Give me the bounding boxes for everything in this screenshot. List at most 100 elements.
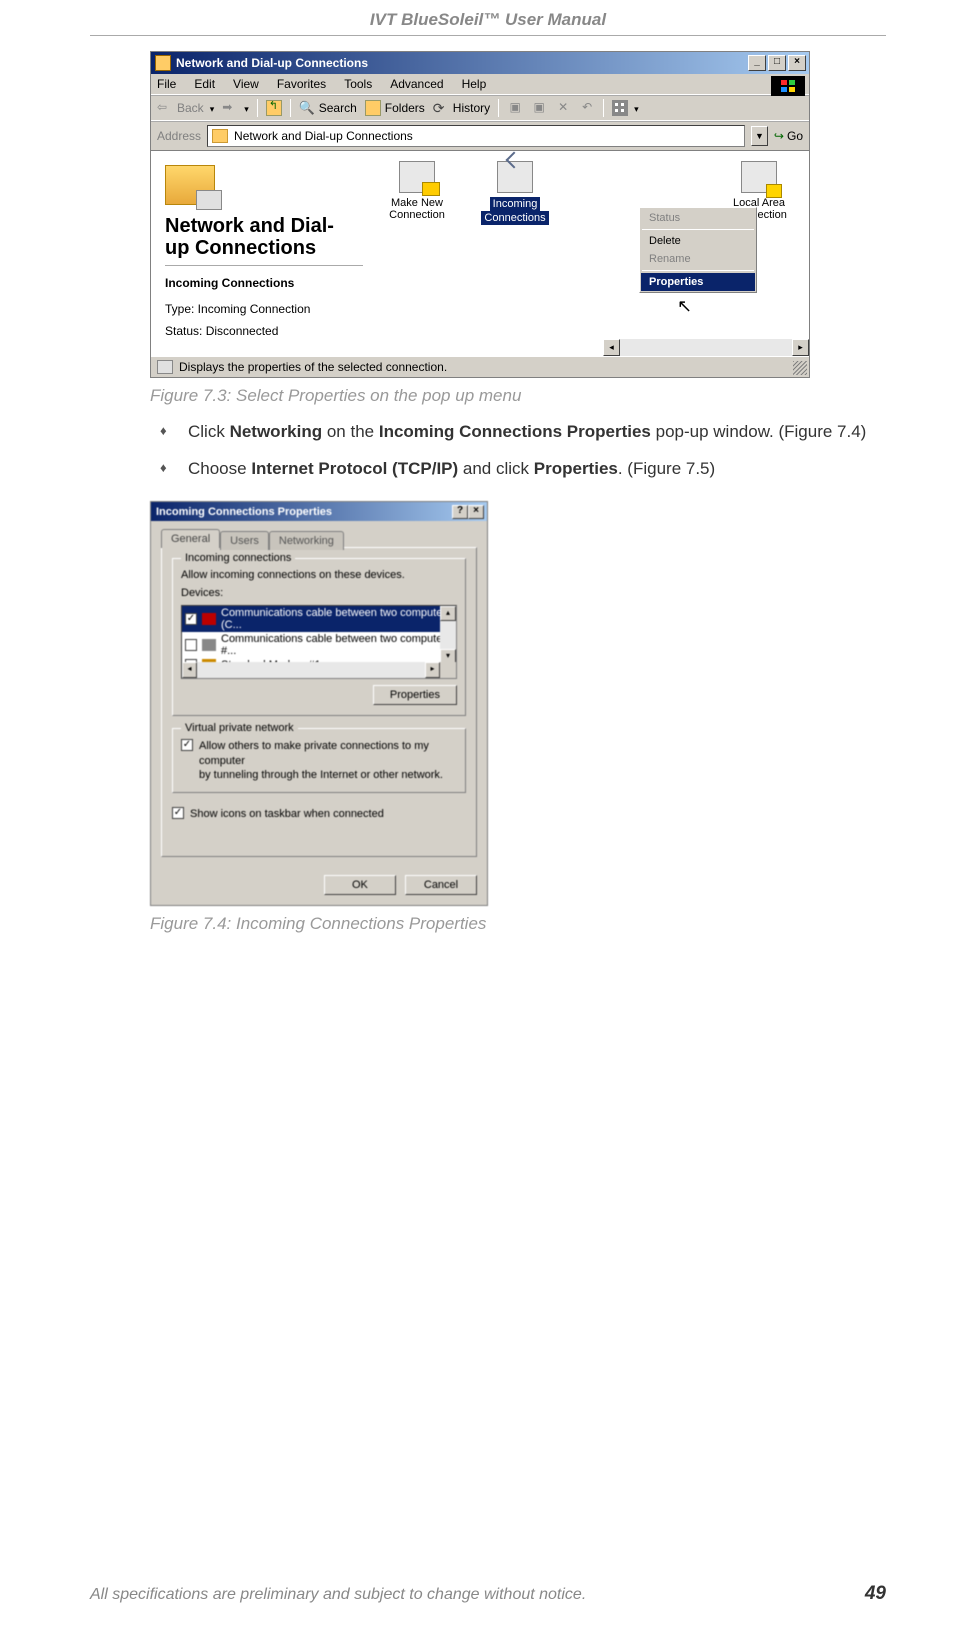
- scroll-track[interactable]: [620, 339, 792, 356]
- menu-help[interactable]: Help: [462, 77, 487, 91]
- checkbox[interactable]: [185, 639, 197, 651]
- title-bar: Network and Dial-up Connections _ □ ×: [151, 52, 809, 74]
- scroll-track[interactable]: [440, 621, 456, 649]
- scroll-right-button[interactable]: ▸: [792, 339, 809, 356]
- ctx-properties[interactable]: Properties: [641, 273, 755, 291]
- properties-button[interactable]: Properties: [373, 685, 457, 705]
- dropdown-icon: [242, 101, 249, 115]
- ok-button[interactable]: OK: [324, 875, 396, 895]
- list-vertical-scrollbar[interactable]: ▴ ▾: [440, 606, 456, 662]
- close-button[interactable]: ×: [468, 505, 484, 519]
- window-network-dialup: Network and Dial-up Connections _ □ × Fi…: [150, 51, 810, 378]
- horizontal-scrollbar[interactable]: ◂ ▸: [603, 339, 809, 356]
- page-number: 49: [865, 1583, 886, 1605]
- show-icons-row[interactable]: Show icons on taskbar when connected: [172, 807, 466, 821]
- text-bold: Internet Protocol (TCP/IP): [251, 459, 458, 478]
- go-button[interactable]: Go: [774, 129, 803, 143]
- cursor-icon: ↖: [677, 296, 692, 317]
- separator: [642, 229, 754, 230]
- undo-button[interactable]: ↶: [579, 100, 595, 116]
- scroll-right-button[interactable]: ▸: [425, 662, 440, 678]
- instruction-item-2: Choose Internet Protocol (TCP/IP) and cl…: [160, 457, 886, 482]
- dialog-incoming-connections-properties: Incoming Connections Properties ? × Gene…: [150, 501, 488, 906]
- figure-7-3-caption: Figure 7.3: Select Properties on the pop…: [150, 386, 886, 406]
- history-label: History: [453, 101, 490, 115]
- up-button[interactable]: [266, 100, 282, 116]
- vpn-checkbox-row[interactable]: Allow others to make private connections…: [181, 739, 457, 782]
- text: Choose: [188, 459, 251, 478]
- pane-title-l2: up Connections: [165, 237, 316, 259]
- window-title: Network and Dial-up Connections: [176, 56, 748, 70]
- forward-button[interactable]: [222, 100, 249, 116]
- minimize-button[interactable]: _: [748, 55, 766, 71]
- address-dropdown[interactable]: ▼: [751, 126, 768, 146]
- copy-to-button[interactable]: ▣: [531, 100, 547, 116]
- checkbox[interactable]: [185, 613, 197, 625]
- group-incoming-connections: Incoming connections Allow incoming conn…: [172, 558, 466, 716]
- search-button[interactable]: Search: [299, 100, 357, 116]
- tab-networking[interactable]: Networking: [269, 531, 344, 550]
- allow-text: Allow incoming connections on these devi…: [181, 569, 457, 581]
- address-input[interactable]: Network and Dial-up Connections: [207, 125, 745, 147]
- checkbox[interactable]: [181, 739, 193, 751]
- menu-advanced[interactable]: Advanced: [390, 77, 443, 91]
- menu-edit[interactable]: Edit: [194, 77, 215, 91]
- vpn-text-l2: by tunneling through the Internet or oth…: [199, 769, 443, 781]
- list-horizontal-scrollbar[interactable]: ◂ ▸: [182, 662, 440, 678]
- context-menu: Status Delete Rename Properties: [639, 207, 757, 293]
- scroll-up-button[interactable]: ▴: [440, 606, 456, 621]
- history-button[interactable]: History: [433, 100, 490, 116]
- delete-toolbar-button[interactable]: ✕: [555, 100, 571, 116]
- ctx-rename[interactable]: Rename: [641, 250, 755, 268]
- ctx-delete[interactable]: Delete: [641, 232, 755, 250]
- maximize-button[interactable]: □: [768, 55, 786, 71]
- large-folder-icon: [165, 165, 215, 205]
- up-folder-icon: [266, 100, 282, 116]
- scroll-left-button[interactable]: ◂: [603, 339, 620, 356]
- make-new-label-l1: Make New: [377, 197, 457, 209]
- group-legend: Incoming connections: [181, 552, 295, 564]
- checkbox[interactable]: [172, 807, 184, 819]
- back-button[interactable]: Back: [157, 100, 214, 116]
- tab-users[interactable]: Users: [220, 531, 269, 550]
- cancel-button[interactable]: Cancel: [405, 875, 477, 895]
- text: on the: [322, 422, 379, 441]
- scroll-left-button[interactable]: ◂: [182, 662, 197, 678]
- menu-view[interactable]: View: [233, 77, 259, 91]
- menu-favorites[interactable]: Favorites: [277, 77, 326, 91]
- text: and click: [458, 459, 534, 478]
- incoming-connections-item[interactable]: Incoming Connections: [475, 161, 555, 225]
- search-icon: [299, 100, 315, 116]
- tab-general[interactable]: General: [161, 529, 220, 548]
- menu-tools[interactable]: Tools: [344, 77, 372, 91]
- close-button[interactable]: ×: [788, 55, 806, 71]
- incoming-label-l1: Incoming: [490, 197, 541, 211]
- folders-label: Folders: [385, 101, 425, 115]
- group-legend: Virtual private network: [181, 722, 298, 734]
- resize-grip-icon[interactable]: [793, 361, 807, 375]
- menu-file[interactable]: File: [157, 77, 176, 91]
- text: pop-up window. (Figure 7.4): [651, 422, 866, 441]
- ctx-status[interactable]: Status: [641, 209, 755, 227]
- folders-button[interactable]: Folders: [365, 100, 425, 116]
- make-new-connection-item[interactable]: Make New Connection: [377, 161, 457, 221]
- selection-type: Type: Incoming Connection: [165, 302, 363, 316]
- devices-label: Devices:: [181, 587, 457, 599]
- separator: [257, 99, 258, 117]
- dropdown-icon: [632, 101, 639, 115]
- device-row-2[interactable]: Communications cable between two compute…: [182, 632, 456, 658]
- window-body: Network and Dial- up Connections Incomin…: [151, 151, 809, 356]
- device-row-1[interactable]: Communications cable between two compute…: [182, 606, 456, 632]
- cable-icon: [202, 613, 216, 625]
- dialog-body: General Users Networking Incoming connec…: [151, 521, 487, 867]
- dropdown-icon: [208, 101, 215, 115]
- icon-pane: Make New Connection Incoming Connections…: [377, 151, 809, 356]
- footer-text: All specifications are preliminary and s…: [90, 1586, 586, 1604]
- views-button[interactable]: [612, 100, 639, 116]
- address-label: Address: [157, 129, 201, 143]
- back-label: Back: [177, 101, 204, 115]
- move-to-button[interactable]: ▣: [507, 100, 523, 116]
- scroll-track[interactable]: [197, 662, 425, 678]
- help-button[interactable]: ?: [452, 505, 468, 519]
- devices-listbox[interactable]: Communications cable between two compute…: [181, 605, 457, 679]
